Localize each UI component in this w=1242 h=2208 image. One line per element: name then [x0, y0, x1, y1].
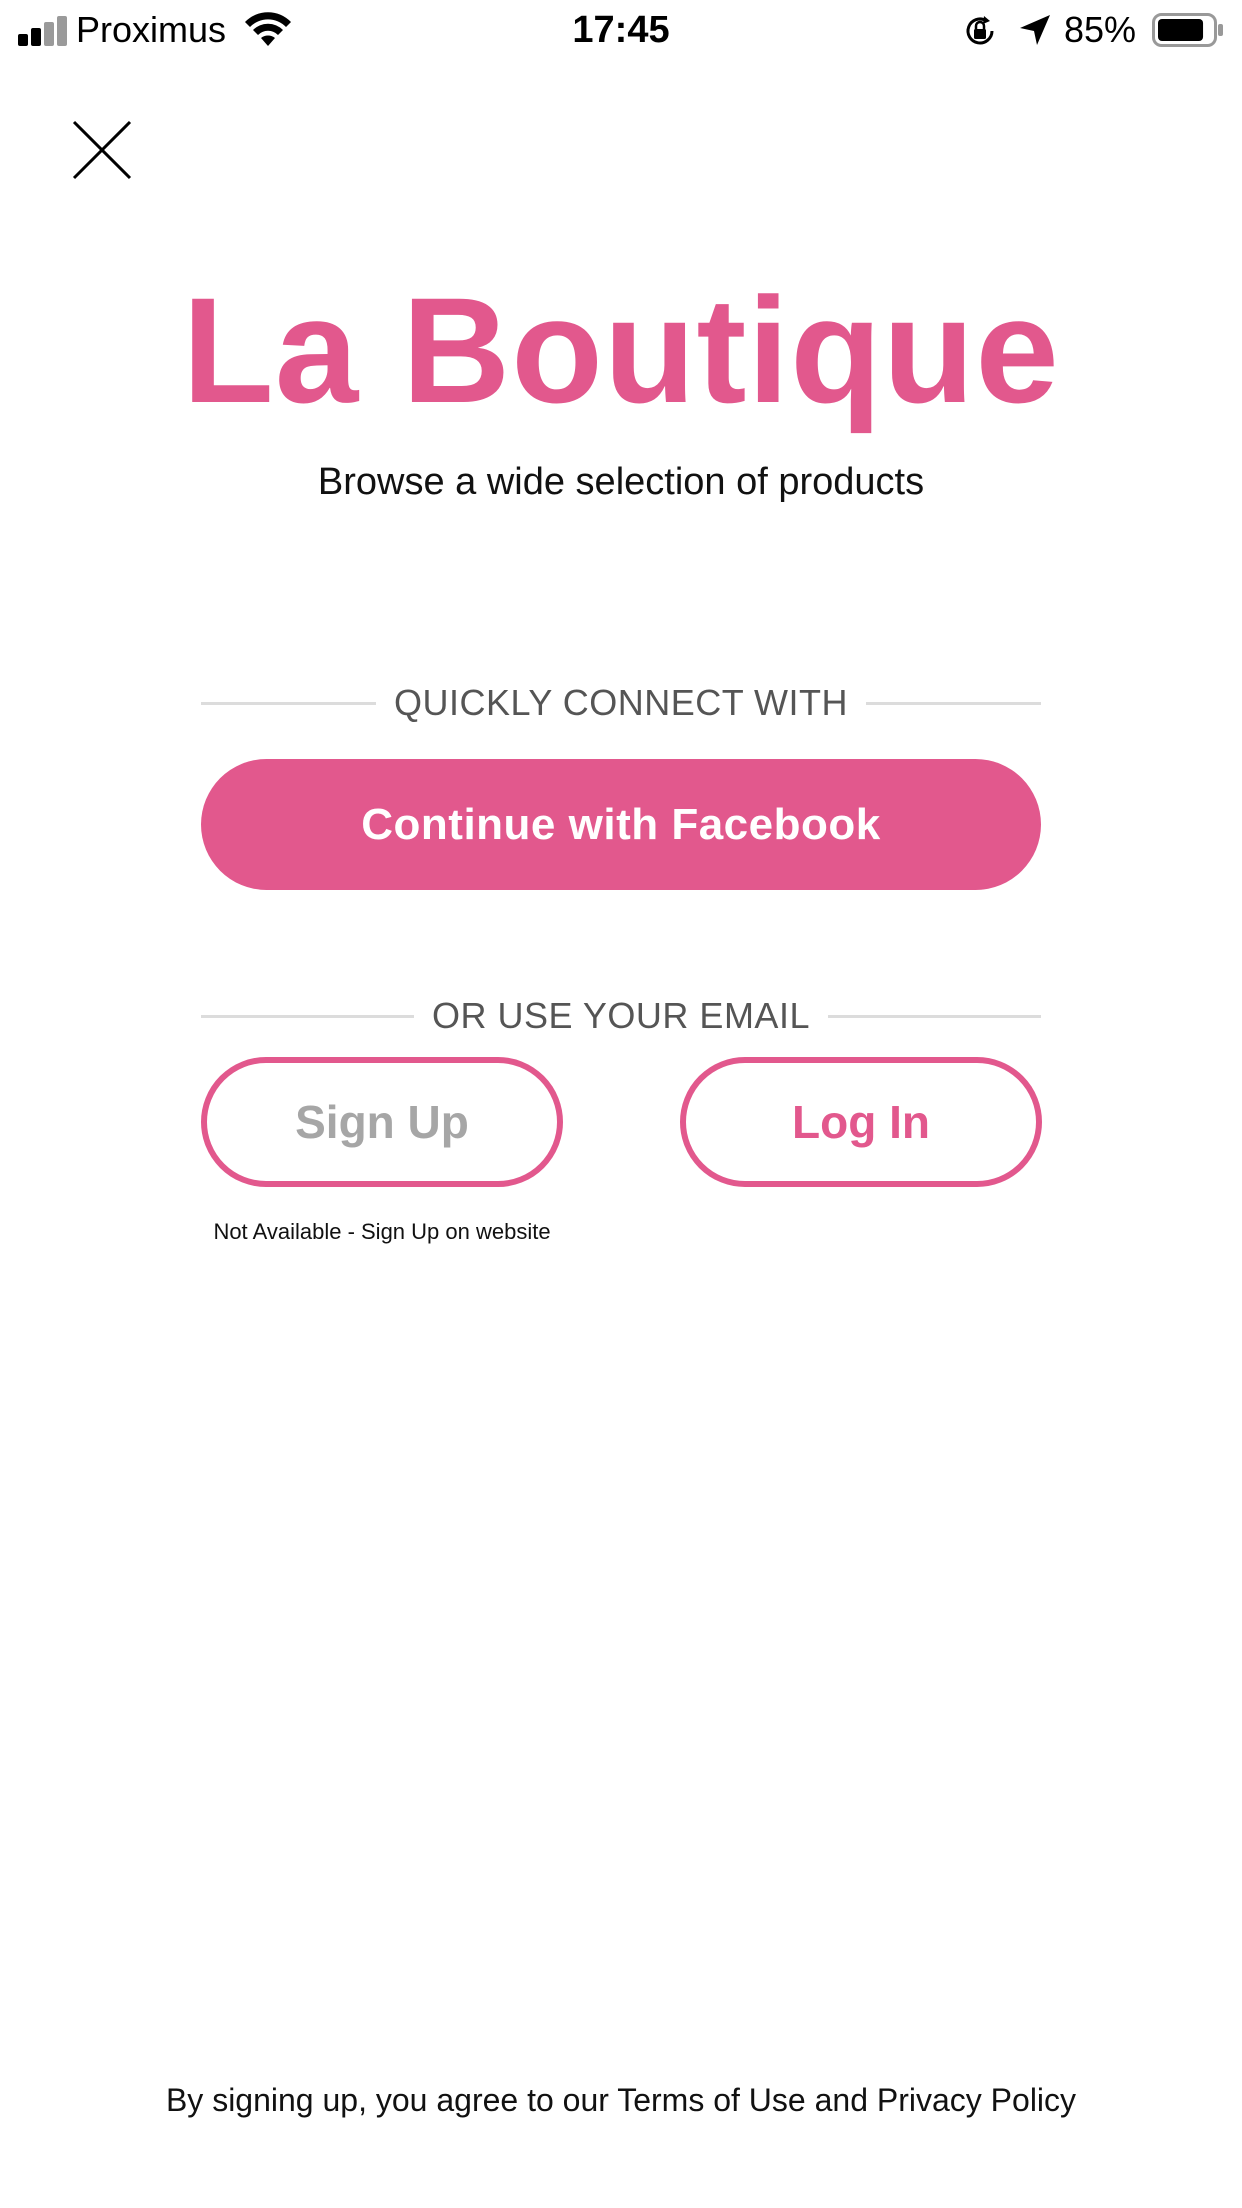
- log-in-button[interactable]: Log In: [680, 1057, 1042, 1187]
- quick-connect-heading: QUICKLY CONNECT WITH: [393, 682, 849, 723]
- divider-line-right: [866, 701, 1042, 705]
- divider-line-left: [201, 701, 376, 705]
- location-arrow-icon: [1020, 15, 1050, 45]
- battery-icon: [1152, 13, 1223, 47]
- sign-up-label: Sign Up: [295, 1096, 469, 1148]
- log-in-label: Log In: [792, 1096, 930, 1148]
- close-icon: [72, 120, 132, 180]
- status-bar: Proximus 17:45 85%: [0, 0, 1242, 62]
- legal-notice: By signing up, you agree to our Terms of…: [165, 2082, 1077, 2118]
- email-heading: OR USE YOUR EMAIL: [432, 995, 810, 1036]
- app-logo-title: La Boutique: [182, 266, 1060, 434]
- facebook-button-label: Continue with Facebook: [361, 799, 881, 849]
- status-time: 17:45: [572, 9, 670, 51]
- battery-percentage: 85%: [1064, 9, 1137, 50]
- continue-with-facebook-button[interactable]: Continue with Facebook: [201, 759, 1041, 890]
- rotation-lock-icon: [966, 16, 994, 45]
- quick-connect-divider: QUICKLY CONNECT WITH: [201, 678, 1042, 728]
- app-tagline: Browse a wide selection of products: [317, 461, 925, 503]
- close-button[interactable]: [70, 118, 134, 182]
- sign-up-button[interactable]: Sign Up: [201, 1057, 563, 1187]
- divider-line-right: [827, 1014, 1042, 1018]
- sign-up-unavailable-note: Not Available - Sign Up on website: [213, 1219, 551, 1244]
- divider-line-left: [201, 1014, 415, 1018]
- email-divider: OR USE YOUR EMAIL: [201, 991, 1042, 1041]
